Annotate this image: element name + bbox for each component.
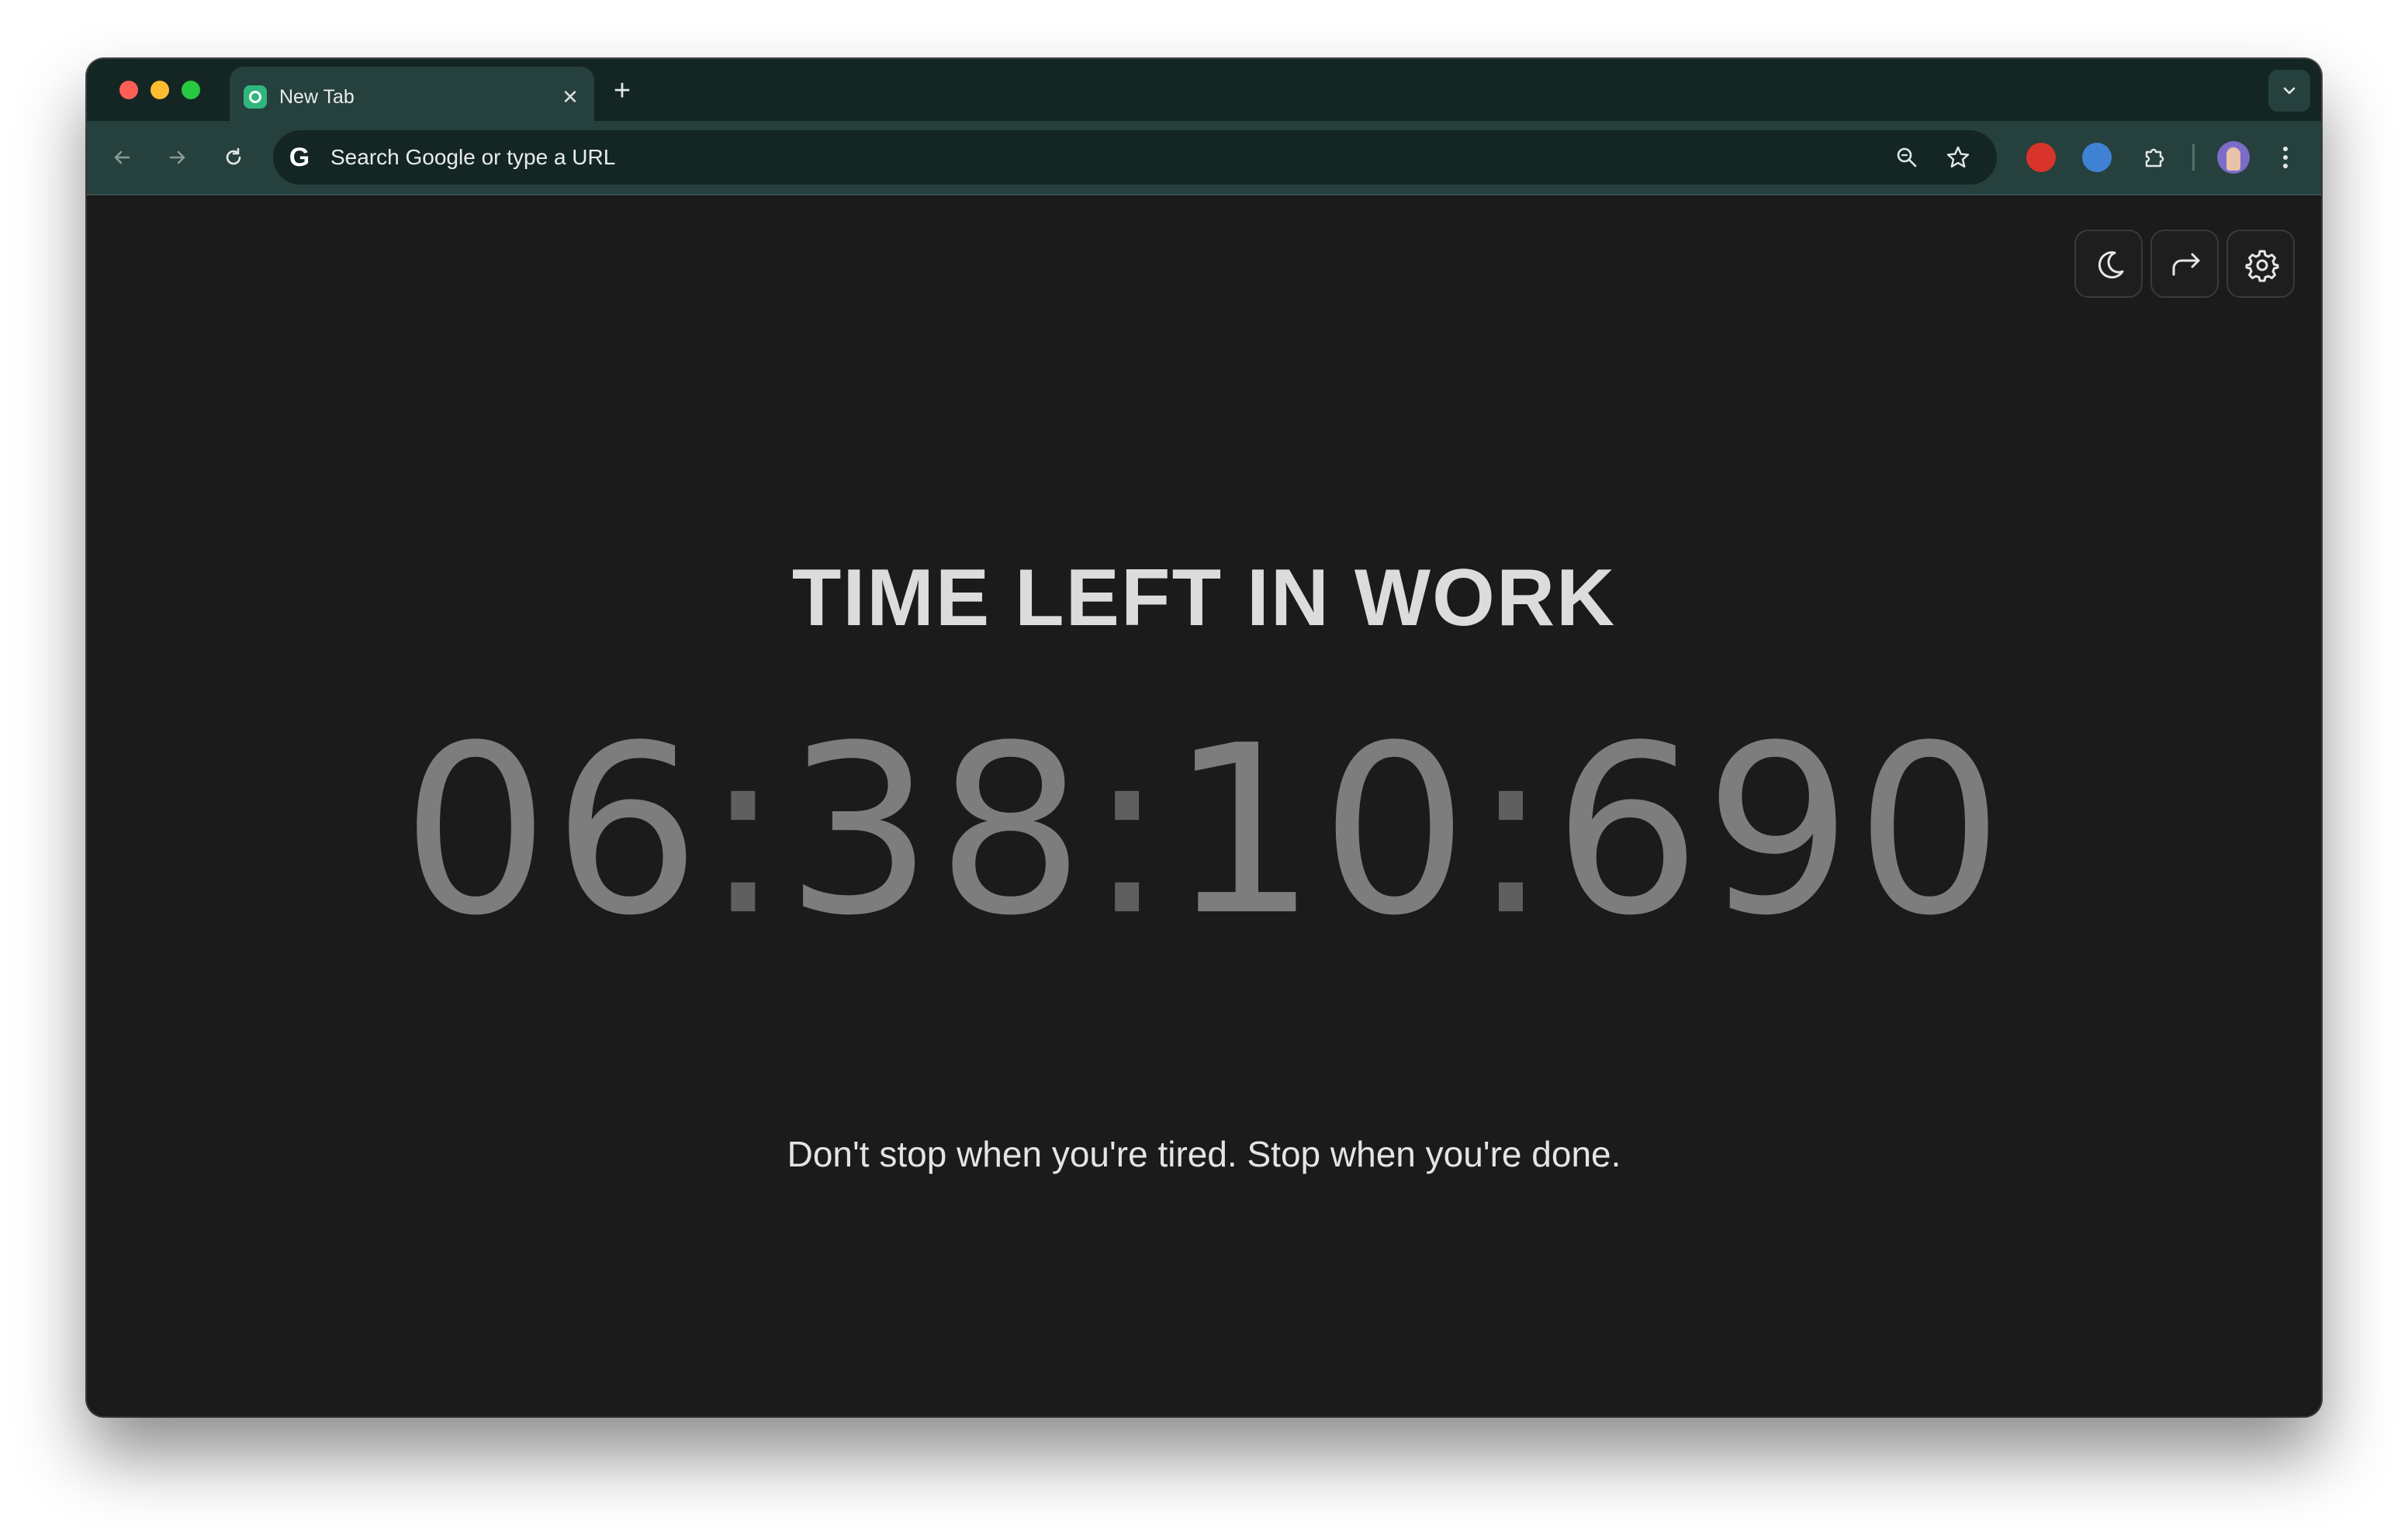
- kebab-menu-icon: [2283, 147, 2288, 168]
- tab-strip: New Tab ✕ +: [87, 59, 2321, 121]
- passwords-extension-icon[interactable]: [2082, 143, 2112, 172]
- chevron-down-icon: [2283, 87, 2296, 95]
- countdown-timer: 06:38:10:690: [87, 692, 2321, 971]
- redo-arrow-icon: [2172, 253, 2200, 276]
- browser-toolbar: G Search Google or type a URL: [87, 121, 2321, 194]
- countdown-page: TIME LEFT IN WORK 06:38:10:690 Don't sto…: [87, 195, 2321, 1416]
- moon-icon: [2098, 251, 2124, 279]
- page-title: TIME LEFT IN WORK: [791, 553, 1617, 643]
- tab-search-button[interactable]: [2268, 70, 2310, 112]
- refresh-quote-button[interactable]: [2150, 230, 2219, 298]
- extensions-button[interactable]: [2135, 138, 2174, 177]
- reload-icon: [226, 147, 241, 165]
- window-close-button[interactable]: [119, 81, 138, 99]
- google-logo-icon: G: [289, 143, 310, 172]
- zoom-icon: [1897, 147, 1917, 168]
- browser-window: New Tab ✕ + G Search Google or type a UR…: [87, 59, 2321, 1416]
- back-button[interactable]: [102, 138, 141, 177]
- forward-button[interactable]: [158, 138, 197, 177]
- back-arrow-icon: [114, 150, 130, 164]
- puzzle-icon: [2145, 148, 2164, 168]
- tab-new-tab[interactable]: New Tab ✕: [230, 67, 594, 121]
- timer-separator: :: [1471, 696, 1553, 966]
- timer-favicon-icon: [244, 85, 267, 109]
- timer-seconds: 10: [1169, 696, 1472, 966]
- address-bar-placeholder: Search Google or type a URL: [330, 145, 616, 169]
- bookmark-button[interactable]: [1943, 142, 1974, 173]
- toolbar-divider: [2192, 144, 2195, 171]
- new-tab-button[interactable]: +: [607, 76, 638, 107]
- timer-separator: :: [704, 696, 786, 966]
- settings-button[interactable]: [2226, 230, 2295, 298]
- star-icon: [1946, 146, 1970, 168]
- window-minimize-button[interactable]: [150, 81, 169, 99]
- adblock-extension-icon[interactable]: [2026, 143, 2056, 172]
- forward-arrow-icon: [169, 150, 185, 164]
- dark-mode-button[interactable]: [2074, 230, 2143, 298]
- timer-milliseconds: 690: [1552, 696, 2007, 966]
- profile-avatar[interactable]: [2217, 141, 2250, 174]
- zoom-button[interactable]: [1891, 142, 1922, 173]
- reload-button[interactable]: [214, 138, 253, 177]
- gear-icon: [2245, 250, 2279, 282]
- timer-minutes: 38: [785, 696, 1088, 966]
- motivational-quote: Don't stop when you're tired. Stop when …: [787, 1134, 1621, 1174]
- timer-separator: :: [1088, 696, 1170, 966]
- address-bar[interactable]: G Search Google or type a URL: [273, 130, 1997, 185]
- timer-hours: 06: [401, 696, 704, 966]
- browser-menu-button[interactable]: [2270, 138, 2301, 177]
- window-maximize-button[interactable]: [182, 81, 200, 99]
- tab-title: New Tab: [279, 86, 355, 108]
- tab-close-icon[interactable]: ✕: [557, 84, 583, 110]
